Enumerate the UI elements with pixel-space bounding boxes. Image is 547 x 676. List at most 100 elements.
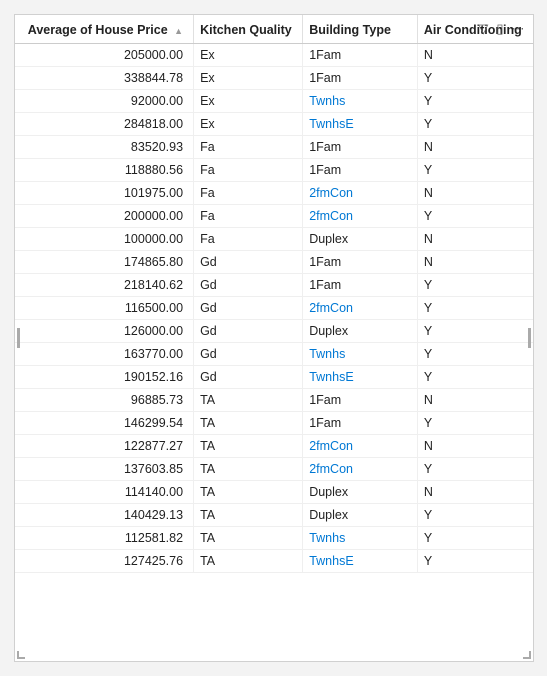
cell-building-type: 1Fam: [303, 159, 418, 182]
cell-avg-price: 101975.00: [15, 182, 194, 205]
cell-building-type[interactable]: TwnhsE: [303, 113, 418, 136]
cell-building-type[interactable]: Twnhs: [303, 90, 418, 113]
focus-mode-icon[interactable]: ▯: [496, 21, 503, 37]
cell-air-conditioning: N: [417, 251, 532, 274]
resize-handle-br[interactable]: [523, 651, 531, 659]
cell-air-conditioning: Y: [417, 366, 532, 389]
cell-kitchen-quality: TA: [194, 550, 303, 573]
cell-building-type[interactable]: 2fmCon: [303, 182, 418, 205]
cell-avg-price: 114140.00: [15, 481, 194, 504]
cell-kitchen-quality: TA: [194, 481, 303, 504]
cell-kitchen-quality: Ex: [194, 113, 303, 136]
cell-kitchen-quality: Gd: [194, 343, 303, 366]
cell-air-conditioning: Y: [417, 67, 532, 90]
cell-building-type: Duplex: [303, 504, 418, 527]
table-row: 127425.76TATwnhsEY: [15, 550, 533, 573]
cell-air-conditioning: N: [417, 481, 532, 504]
cell-air-conditioning: N: [417, 44, 532, 67]
cell-avg-price: 140429.13: [15, 504, 194, 527]
cell-kitchen-quality: TA: [194, 412, 303, 435]
cell-building-type: Duplex: [303, 228, 418, 251]
cell-air-conditioning: Y: [417, 297, 532, 320]
cell-kitchen-quality: Fa: [194, 205, 303, 228]
table-row: 163770.00GdTwnhsY: [15, 343, 533, 366]
cell-avg-price: 126000.00: [15, 320, 194, 343]
cell-air-conditioning: Y: [417, 320, 532, 343]
cell-air-conditioning: Y: [417, 550, 532, 573]
table-row: 83520.93Fa1FamN: [15, 136, 533, 159]
table-row: 101975.00Fa2fmConN: [15, 182, 533, 205]
filter-icon[interactable]: ▽: [478, 21, 488, 37]
cell-avg-price: 127425.76: [15, 550, 194, 573]
cell-avg-price: 112581.82: [15, 527, 194, 550]
cell-building-type[interactable]: TwnhsE: [303, 550, 418, 573]
cell-building-type: 1Fam: [303, 44, 418, 67]
resize-handle-right[interactable]: [528, 328, 531, 348]
cell-building-type[interactable]: 2fmCon: [303, 297, 418, 320]
col-header-building-type[interactable]: Building Type: [303, 15, 418, 44]
cell-avg-price: 92000.00: [15, 90, 194, 113]
table-row: 205000.00Ex1FamN: [15, 44, 533, 67]
table-row: 284818.00ExTwnhsEY: [15, 113, 533, 136]
cell-kitchen-quality: Gd: [194, 366, 303, 389]
cell-air-conditioning: Y: [417, 205, 532, 228]
cell-avg-price: 83520.93: [15, 136, 194, 159]
cell-building-type[interactable]: Twnhs: [303, 343, 418, 366]
table-row: 96885.73TA1FamN: [15, 389, 533, 412]
cell-building-type[interactable]: 2fmCon: [303, 458, 418, 481]
table-row: 100000.00FaDuplexN: [15, 228, 533, 251]
table-row: 338844.78Ex1FamY: [15, 67, 533, 90]
cell-air-conditioning: N: [417, 389, 532, 412]
cell-avg-price: 118880.56: [15, 159, 194, 182]
resize-handle-left[interactable]: [17, 328, 20, 348]
table-row: 140429.13TADuplexY: [15, 504, 533, 527]
cell-kitchen-quality: Ex: [194, 67, 303, 90]
cell-kitchen-quality: Ex: [194, 90, 303, 113]
cell-air-conditioning: Y: [417, 274, 532, 297]
cell-building-type: Duplex: [303, 320, 418, 343]
cell-avg-price: 174865.80: [15, 251, 194, 274]
cell-building-type[interactable]: 2fmCon: [303, 205, 418, 228]
cell-kitchen-quality: TA: [194, 435, 303, 458]
cell-kitchen-quality: Gd: [194, 297, 303, 320]
cell-kitchen-quality: Gd: [194, 274, 303, 297]
table-card: ▽ ▯ ⋯ Average of House Price ▲ Kitchen Q…: [14, 14, 534, 662]
cell-kitchen-quality: Fa: [194, 182, 303, 205]
more-options-icon[interactable]: ⋯: [512, 21, 525, 37]
cell-air-conditioning: Y: [417, 504, 532, 527]
cell-kitchen-quality: Fa: [194, 228, 303, 251]
cell-kitchen-quality: Gd: [194, 320, 303, 343]
table-row: 137603.85TA2fmConY: [15, 458, 533, 481]
cell-air-conditioning: Y: [417, 458, 532, 481]
resize-handle-bl[interactable]: [17, 651, 25, 659]
cell-kitchen-quality: Fa: [194, 159, 303, 182]
cell-building-type[interactable]: TwnhsE: [303, 366, 418, 389]
table-row: 118880.56Fa1FamY: [15, 159, 533, 182]
cell-building-type: 1Fam: [303, 136, 418, 159]
col-header-avg-price[interactable]: Average of House Price ▲: [15, 15, 194, 44]
cell-building-type[interactable]: 2fmCon: [303, 435, 418, 458]
cell-building-type: 1Fam: [303, 274, 418, 297]
cell-air-conditioning: N: [417, 136, 532, 159]
cell-kitchen-quality: TA: [194, 389, 303, 412]
table-row: 146299.54TA1FamY: [15, 412, 533, 435]
cell-avg-price: 338844.78: [15, 67, 194, 90]
cell-building-type: 1Fam: [303, 251, 418, 274]
cell-avg-price: 96885.73: [15, 389, 194, 412]
cell-building-type: Duplex: [303, 481, 418, 504]
table-row: 114140.00TADuplexN: [15, 481, 533, 504]
table-row: 174865.80Gd1FamN: [15, 251, 533, 274]
cell-avg-price: 116500.00: [15, 297, 194, 320]
table-row: 126000.00GdDuplexY: [15, 320, 533, 343]
cell-building-type[interactable]: Twnhs: [303, 527, 418, 550]
sort-icon-avg-price: ▲: [174, 26, 183, 36]
table-header-row: Average of House Price ▲ Kitchen Quality…: [15, 15, 533, 44]
cell-air-conditioning: Y: [417, 343, 532, 366]
cell-avg-price: 284818.00: [15, 113, 194, 136]
col-header-kitchen-quality[interactable]: Kitchen Quality: [194, 15, 303, 44]
table-container: Average of House Price ▲ Kitchen Quality…: [15, 15, 533, 661]
cell-kitchen-quality: Fa: [194, 136, 303, 159]
table-row: 116500.00Gd2fmConY: [15, 297, 533, 320]
table-row: 92000.00ExTwnhsY: [15, 90, 533, 113]
cell-avg-price: 218140.62: [15, 274, 194, 297]
